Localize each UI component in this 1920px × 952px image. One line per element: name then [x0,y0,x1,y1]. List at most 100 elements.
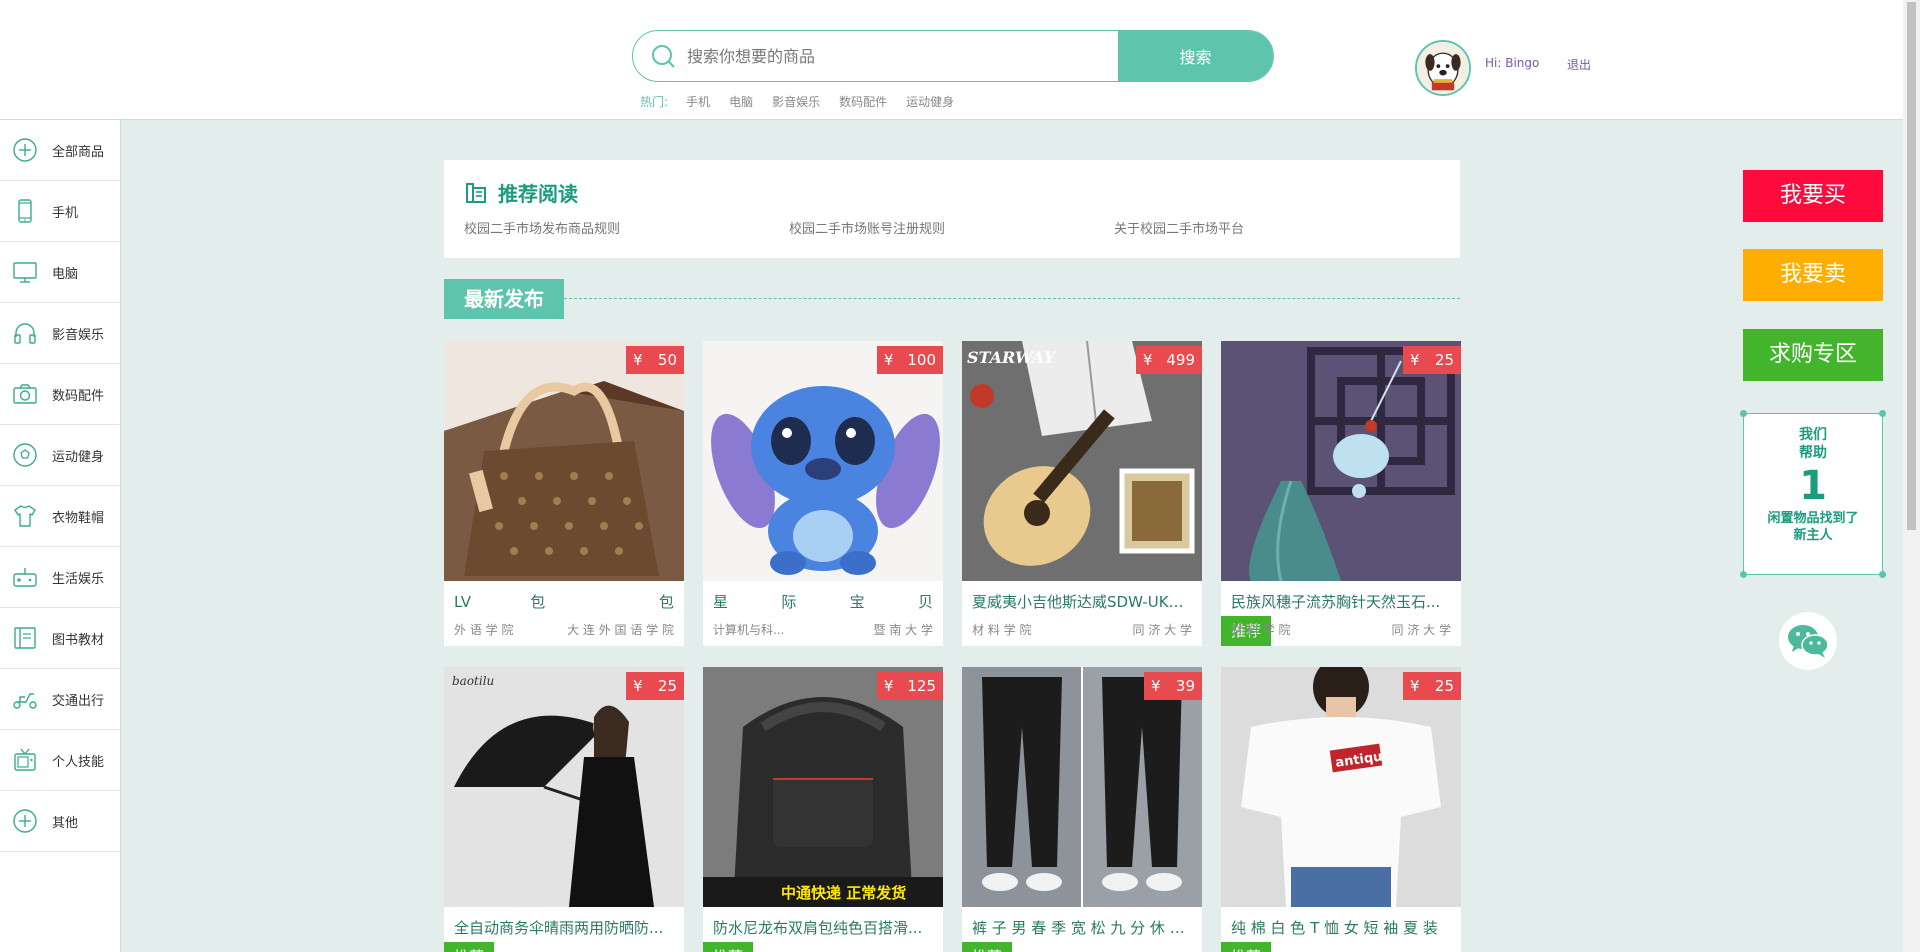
recommend-title-text: 推荐阅读 [498,182,578,206]
price-tag: ¥39 [1144,672,1202,700]
sidebar-item-skills[interactable]: 个人技能 [0,730,120,791]
sidebar-item-transport[interactable]: 交通出行 [0,669,120,730]
product-image[interactable] [1221,341,1461,581]
product-title[interactable]: 防水尼龙布双肩包纯色百搭滑... [713,917,933,938]
buy-button[interactable]: 我要买 [1743,170,1883,222]
help-box: 我们 帮助 1 闲置物品找到了 新主人 [1740,410,1886,578]
wanted-button[interactable]: 求购专区 [1743,329,1883,381]
product-title[interactable]: 纯 棉 白 色 T 恤 女 短 袖 夏 装 [1231,917,1451,938]
monitor-icon [13,262,37,283]
latest-label: 最新发布 [444,279,564,319]
product-image[interactable] [703,341,943,581]
recommended-tag: 推荐 [444,942,494,952]
sidebar-item-books[interactable]: 图书教材 [0,608,120,669]
tv-icon [14,748,36,771]
search-icon [652,45,675,68]
football-icon [13,443,37,467]
product-image[interactable]: baotilu [444,667,684,907]
product-meta: 材 料 学 院同 济 大 学 [972,623,1192,637]
sidebar-item-other[interactable]: 其他 [0,791,120,852]
sidebar-item-computer[interactable]: 电脑 [0,242,120,303]
recommended-tag: 推荐 [962,942,1012,952]
sidebar-item-label: 手机 [52,205,79,221]
product-card[interactable]: STARWAY ¥499 夏威夷小吉他斯达威SDW-UK2... 材 料 学 院… [962,341,1202,646]
sidebar-item-digital[interactable]: 数码配件 [0,364,120,425]
product-title[interactable]: 全自动商务伞晴雨两用防晒防... [454,917,674,938]
sell-button[interactable]: 我要卖 [1743,249,1883,301]
corner-dot [1740,410,1747,417]
product-title[interactable]: 星 际 宝 贝 [713,591,933,612]
product-card[interactable]: baotilu ¥25 推荐 全自动商务伞晴雨两用防晒防... [444,667,684,952]
product-title[interactable]: 民族风穗子流苏胸针天然玉石... [1231,591,1451,612]
wechat-icon [1788,625,1829,658]
recommend-title: 推荐阅读 [464,178,578,207]
hot-link-media[interactable]: 影音娱乐 [772,93,820,110]
brand-text: baotilu [452,674,494,688]
hot-search-row: 热门: 手机 电脑 影音娱乐 数码配件 运动健身 [640,93,973,110]
sidebar-item-label: 其他 [52,815,79,831]
product-image[interactable] [962,667,1202,907]
search-input[interactable] [687,31,1117,81]
wechat-button[interactable] [1779,612,1837,670]
product-meta: 材 料 学 院同 济 大 学 [1231,623,1451,637]
price-tag: ¥50 [626,346,684,374]
price-tag: ¥25 [1403,346,1461,374]
product-image[interactable] [444,341,684,581]
product-card[interactable]: ¥39 推荐 裤 子 男 春 季 宽 松 九 分 休 闲 裤 [962,667,1202,952]
sidebar-item-clothes[interactable]: 衣物鞋帽 [0,486,120,547]
sidebar-item-label: 个人技能 [52,754,105,770]
sidebar-item-label: 图书教材 [52,632,105,648]
product-meta: 外 语 学 院大 连 外 国 语 学 院 [454,623,674,637]
price-tag: ¥499 [1135,346,1202,374]
product-title[interactable]: 夏威夷小吉他斯达威SDW-UK2... [972,591,1192,612]
reading-icon [466,182,486,203]
sidebar-item-label: 影音娱乐 [52,327,105,343]
sidebar-item-label: 数码配件 [52,388,105,404]
help-description: 闲置物品找到了 新主人 [1767,511,1859,543]
product-card[interactable]: ¥100 星 际 宝 贝 计算机与科... 暨 南 大 学 [703,341,943,646]
product-title[interactable]: 裤 子 男 春 季 宽 松 九 分 休 闲 裤 [972,917,1192,938]
plus-circle-icon [13,138,37,162]
sidebar-item-label: 交通出行 [52,693,105,709]
hot-link-computer[interactable]: 电脑 [729,93,753,110]
recommend-link[interactable]: 校园二手市场账号注册规则 [789,218,1114,237]
brand-text: STARWAY [967,348,1057,367]
corner-dot [1740,571,1747,578]
recommended-tag: 推荐 [703,942,753,952]
sidebar-item-life[interactable]: 生活娱乐 [0,547,120,608]
hot-link-phone[interactable]: 手机 [686,93,710,110]
avatar[interactable] [1415,40,1471,96]
hot-link-digital[interactable]: 数码配件 [839,93,887,110]
product-card[interactable]: 中通快递 正常发货 ¥125 推荐 防水尼龙布双肩包纯色百搭滑... [703,667,943,952]
vertical-scrollbar[interactable] [1903,0,1920,952]
sidebar-item-all[interactable]: 全部商品 [0,120,120,181]
scrollbar-thumb[interactable] [1907,2,1916,530]
product-image[interactable]: 中通快递 正常发货 [703,667,943,907]
header: 搜索 热门: 手机 电脑 影音娱乐 数码配件 运动健身 Hi: Bingo 退出 [0,0,1903,120]
sidebar-item-label: 全部商品 [52,144,105,160]
camera-icon [13,384,37,404]
user-greeting: Hi: Bingo [1485,56,1540,70]
recommend-links: 校园二手市场发布商品规则 校园二手市场账号注册规则 关于校园二手市场平台 [464,218,1439,237]
product-image[interactable]: antique [1221,667,1461,907]
recommend-link[interactable]: 关于校园二手市场平台 [1114,218,1439,237]
price-tag: ¥100 [876,346,943,374]
hot-link-sports[interactable]: 运动健身 [906,93,954,110]
sidebar-item-label: 运动健身 [52,449,105,465]
product-title[interactable]: LV 包 包 [454,591,674,612]
sidebar-item-phone[interactable]: 手机 [0,181,120,242]
sidebar-item-sports[interactable]: 运动健身 [0,425,120,486]
category-sidebar: 全部商品 手机 电脑 影音娱乐 数码配件 运动健身 衣物鞋帽 生活娱乐 图书教材… [0,120,121,952]
logout-link[interactable]: 退出 [1567,56,1591,73]
sidebar-item-label: 衣物鞋帽 [52,510,105,526]
product-card[interactable]: ¥25 推荐 民族风穗子流苏胸针天然玉石... 材 料 学 院同 济 大 学 [1221,341,1461,646]
product-card[interactable]: ¥50 LV 包 包 外 语 学 院大 连 外 国 语 学 院 [444,341,684,646]
product-card[interactable]: antique ¥25 推荐 纯 棉 白 色 T 恤 女 短 袖 夏 装 [1221,667,1461,952]
recommended-tag: 推荐 [1221,942,1271,952]
recommend-link[interactable]: 校园二手市场发布商品规则 [464,218,789,237]
sidebar-item-media[interactable]: 影音娱乐 [0,303,120,364]
book-icon [14,627,36,649]
search-button[interactable]: 搜索 [1118,31,1273,81]
product-image[interactable]: STARWAY [962,341,1202,581]
headphones-icon [14,323,36,344]
